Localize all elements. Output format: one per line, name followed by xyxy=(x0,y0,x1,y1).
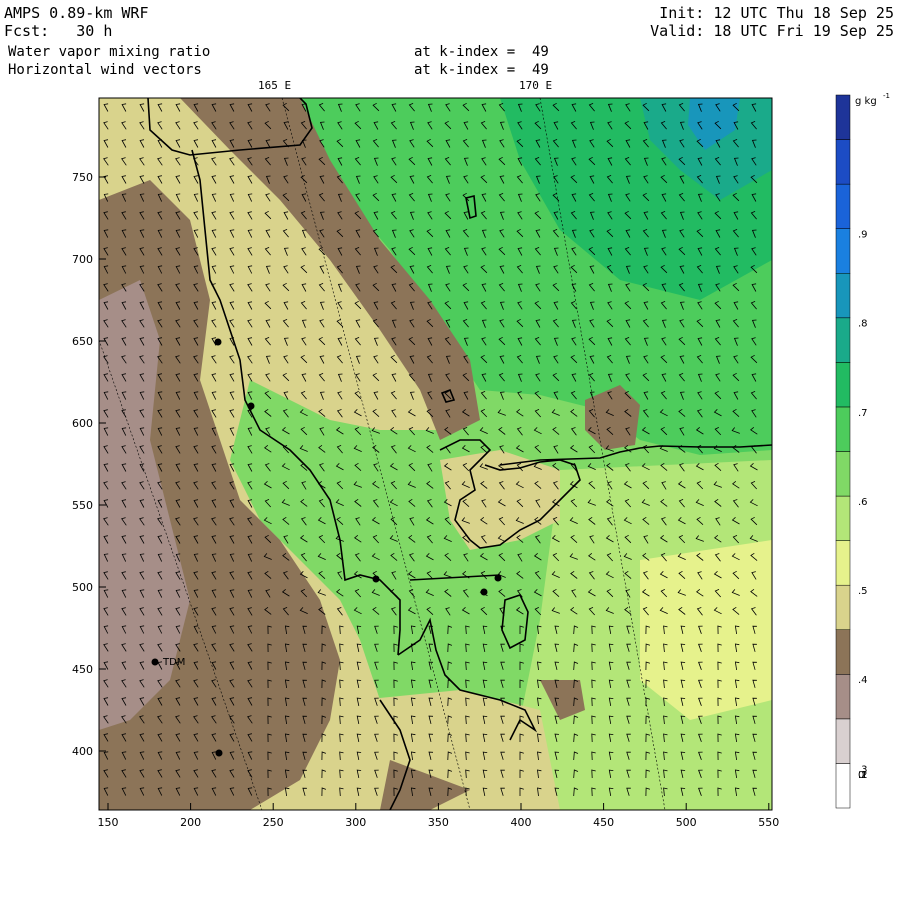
colorbar-swatch xyxy=(835,674,851,720)
x-tick-label: 200 xyxy=(180,816,201,829)
colorbar-swatch xyxy=(835,495,851,541)
y-tick-label: 700 xyxy=(72,253,93,266)
colorbar-swatch xyxy=(835,629,851,675)
station-marker xyxy=(494,574,502,582)
colorbar-swatch xyxy=(835,139,851,185)
colorbar-unit: g kg xyxy=(855,96,877,107)
colorbar-swatch xyxy=(835,406,851,452)
y-tick-label: 500 xyxy=(72,581,93,594)
colorbar-swatch xyxy=(835,273,851,319)
x-tick-label: 500 xyxy=(676,816,697,829)
x-tick-label: 550 xyxy=(758,816,779,829)
station-marker xyxy=(480,588,488,596)
colorbar-label: .6 xyxy=(858,497,868,508)
x-tick-label: 350 xyxy=(428,816,449,829)
colorbar-unit-exponent: -1 xyxy=(883,92,890,100)
station-marker xyxy=(215,749,223,757)
colorbar-label: .8 xyxy=(858,319,868,330)
colorbar-label: 0 xyxy=(858,770,864,781)
x-tick-label: 250 xyxy=(263,816,284,829)
colorbar-swatch xyxy=(835,584,851,630)
colorbar-label: .5 xyxy=(858,586,868,597)
y-tick-label: 750 xyxy=(72,171,93,184)
colorbar-swatch xyxy=(835,362,851,408)
mixing-ratio-field xyxy=(99,98,772,810)
x-tick-label: 150 xyxy=(98,816,119,829)
map-figure: AMPS 0.89-km WRF Fcst: 30 h Init: 12 UTC… xyxy=(0,0,900,900)
colorbar-swatch xyxy=(835,540,851,586)
x-tick-label: 450 xyxy=(593,816,614,829)
y-tick-label: 650 xyxy=(72,335,93,348)
station-marker xyxy=(214,338,222,346)
station-label-tdm: TDM xyxy=(162,657,185,668)
colorbar-swatch xyxy=(835,763,851,809)
colorbar-swatch xyxy=(835,228,851,274)
colorbar-swatch xyxy=(835,718,851,764)
colorbar-label: .4 xyxy=(858,675,868,686)
x-tick-label: 400 xyxy=(511,816,532,829)
y-tick-label: 450 xyxy=(72,663,93,676)
colorbar-swatch xyxy=(835,94,851,140)
station-marker xyxy=(247,402,255,410)
southeast-pale xyxy=(640,540,772,720)
y-tick-label: 600 xyxy=(72,417,93,430)
y-tick-label: 550 xyxy=(72,499,93,512)
station-marker xyxy=(151,658,159,666)
colorbar-label: .7 xyxy=(858,408,868,419)
x-tick-label: 300 xyxy=(345,816,366,829)
station-marker xyxy=(372,575,380,583)
y-tick-label: 400 xyxy=(72,745,93,758)
colorbar-swatch xyxy=(835,183,851,229)
colorbar: g kg -1 .9.8.7.6.5.4.3.2.10 xyxy=(835,92,890,809)
colorbar-swatch xyxy=(835,451,851,497)
colorbar-swatch xyxy=(835,317,851,363)
colorbar-label: .9 xyxy=(858,230,868,241)
map-canvas: TDM 150 200 250 300 350 400 450 500 550 750 700 65… xyxy=(72,92,890,829)
